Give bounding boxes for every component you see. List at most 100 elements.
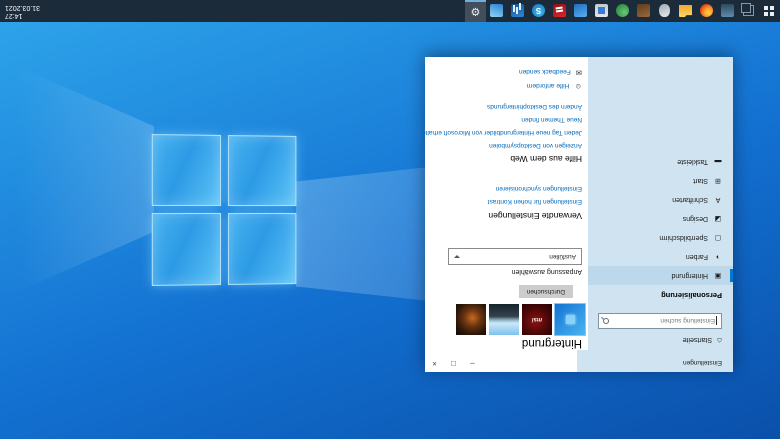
page-title: Hintergrund <box>521 337 582 349</box>
taskbar-app-red[interactable] <box>549 0 570 22</box>
rotated-screen: Einstellungen – □ × ⌂ Startseite Persona <box>0 0 780 439</box>
nav-label: Start <box>693 177 708 184</box>
taskbar-app-chart[interactable] <box>507 0 528 22</box>
close-button[interactable]: × <box>425 356 444 372</box>
wave-app-icon <box>490 4 503 18</box>
caption-buttons: – □ × <box>425 350 577 372</box>
title-bar: Einstellungen – □ × <box>425 350 733 372</box>
sidebar-item-designs[interactable]: ◪ Designs <box>588 209 733 228</box>
home-icon: ⌂ <box>717 336 722 345</box>
sidebar-item-hintergrund[interactable]: ▣ Hintergrund <box>588 266 733 285</box>
taskbar: S ⚙ 14:27 31.03.2021 <box>0 0 780 22</box>
start-button[interactable] <box>759 0 780 22</box>
clock-date: 31.03.2021 <box>5 4 41 11</box>
task-view-button[interactable] <box>738 0 759 22</box>
sidebar-item-schriftarten[interactable]: A Schriftarten <box>588 190 733 209</box>
link-show-desktop-icons[interactable]: Anzeigen von Desktopsymbolen <box>489 142 582 149</box>
fit-label: Anpassung auswählen <box>511 268 582 275</box>
nav-label: Designs <box>682 215 708 222</box>
taskbar-app-mouse[interactable] <box>654 0 675 22</box>
taskbar-app-skype[interactable]: S <box>528 0 549 22</box>
fit-dropdown-value: Ausfüllen <box>549 253 576 260</box>
thumbnail-dark-orange[interactable] <box>456 304 486 335</box>
text-caret <box>716 316 717 326</box>
link-daily-backgrounds[interactable]: Jeden Tag neue Hintergrundbilder von Mic… <box>425 129 582 136</box>
taskbar-clock[interactable]: 14:27 31.03.2021 <box>0 3 40 20</box>
minimize-button[interactable]: – <box>463 356 482 372</box>
task-view-icon <box>743 5 754 17</box>
brown-app-icon <box>637 4 650 18</box>
taskbar-app-file-explorer[interactable] <box>675 0 696 22</box>
nav-label: Sperrbildschirm <box>659 234 708 241</box>
thumbnail-landscape[interactable] <box>489 304 519 335</box>
thumbnail-msi[interactable]: msi <box>522 304 552 335</box>
thumbnail-windows-default[interactable] <box>554 303 586 336</box>
red-app-icon <box>553 4 566 18</box>
colors-icon: ◑ <box>715 253 721 260</box>
windows-logo-wallpaper <box>151 134 297 286</box>
feedback-icon: ✉ <box>575 68 582 77</box>
taskbar-app-blue[interactable] <box>570 0 591 22</box>
link-find-themes[interactable]: Neue Themen finden <box>521 116 582 123</box>
windows-start-icon <box>765 6 775 16</box>
sidebar-item-sperrbildschirm[interactable]: ▢ Sperrbildschirm <box>588 228 733 247</box>
sidebar-section-header: Personalisierung <box>661 291 722 300</box>
msi-label: msi <box>531 316 543 323</box>
fit-dropdown[interactable]: Ausfüllen <box>448 248 582 265</box>
taskbar-app-monitor[interactable] <box>717 0 738 22</box>
taskbar-app-green[interactable] <box>612 0 633 22</box>
taskbar-app-photos[interactable] <box>591 0 612 22</box>
photos-app-icon <box>595 4 608 18</box>
file-explorer-icon <box>679 5 692 18</box>
settings-window: Einstellungen – □ × ⌂ Startseite Persona <box>425 57 733 372</box>
settings-search-box[interactable] <box>598 313 722 329</box>
windows-logo-pane <box>228 213 297 285</box>
mouse-utility-icon <box>659 4 670 18</box>
nav-label: Taskleiste <box>677 158 708 165</box>
fonts-icon: A <box>715 196 721 203</box>
get-help-label: Hilfe anfordern <box>526 82 570 90</box>
wallpaper-thumbnails: msi <box>456 303 586 336</box>
nav-label: Farben <box>685 253 708 260</box>
start-menu-icon: ⊞ <box>715 177 721 184</box>
maximize-button[interactable]: □ <box>444 356 463 372</box>
taskbar-app-firefox[interactable] <box>696 0 717 22</box>
sidebar-item-start[interactable]: ⊞ Start <box>588 171 733 190</box>
firefox-icon <box>700 4 713 18</box>
taskbar-settings-icon: ▬ <box>714 158 722 165</box>
sidebar-item-taskleiste[interactable]: ▬ Taskleiste <box>588 152 733 171</box>
search-icon <box>603 318 609 324</box>
taskbar-app-brown[interactable] <box>633 0 654 22</box>
search-input[interactable] <box>611 317 715 325</box>
link-sync-settings[interactable]: Einstellungen synchronisieren <box>496 185 582 192</box>
related-settings-title: Verwandte Einstellungen <box>488 211 582 221</box>
background-image-icon: ▣ <box>714 272 722 279</box>
nav-label: Schriftarten <box>672 196 708 203</box>
sidebar-nav: ▣ Hintergrund ◑ Farben ▢ Sperrbildschirm… <box>588 152 733 285</box>
send-feedback-link[interactable]: ✉ Feedback senden <box>519 68 582 77</box>
windows-logo-pane <box>228 135 297 207</box>
link-change-background[interactable]: Ändern des Desktophintergrunds <box>487 103 582 110</box>
browse-button[interactable]: Durchsuchen <box>518 285 573 298</box>
window-title: Einstellungen <box>577 350 733 372</box>
sidebar-item-farben[interactable]: ◑ Farben <box>588 247 733 266</box>
help-person-icon: ☺ <box>574 82 582 91</box>
light-ray <box>0 59 154 299</box>
monitor-app-icon <box>721 4 734 18</box>
settings-gear-icon: ⚙ <box>470 5 481 18</box>
home-label: Startseite <box>682 336 713 344</box>
blue-app-icon <box>574 4 587 18</box>
settings-content: Hintergrund msi Durchsuchen Anpassung au… <box>425 57 588 350</box>
link-high-contrast[interactable]: Einstellungen für hohen Kontrast <box>488 198 582 205</box>
taskbar-app-wave[interactable] <box>486 0 507 22</box>
sidebar-item-home[interactable]: ⌂ Startseite <box>588 336 733 350</box>
themes-icon: ◪ <box>714 215 722 222</box>
taskbar-app-settings[interactable]: ⚙ <box>465 0 486 22</box>
settings-sidebar: ⌂ Startseite Personalisierung ▣ Hintergr… <box>588 57 733 350</box>
chart-app-icon <box>511 4 524 18</box>
get-help-link[interactable]: ☺ Hilfe anfordern <box>526 82 582 91</box>
send-feedback-label: Feedback senden <box>519 68 571 76</box>
clock-time: 14:27 <box>5 12 23 20</box>
green-app-icon <box>616 4 629 18</box>
chevron-down-icon <box>454 255 460 258</box>
